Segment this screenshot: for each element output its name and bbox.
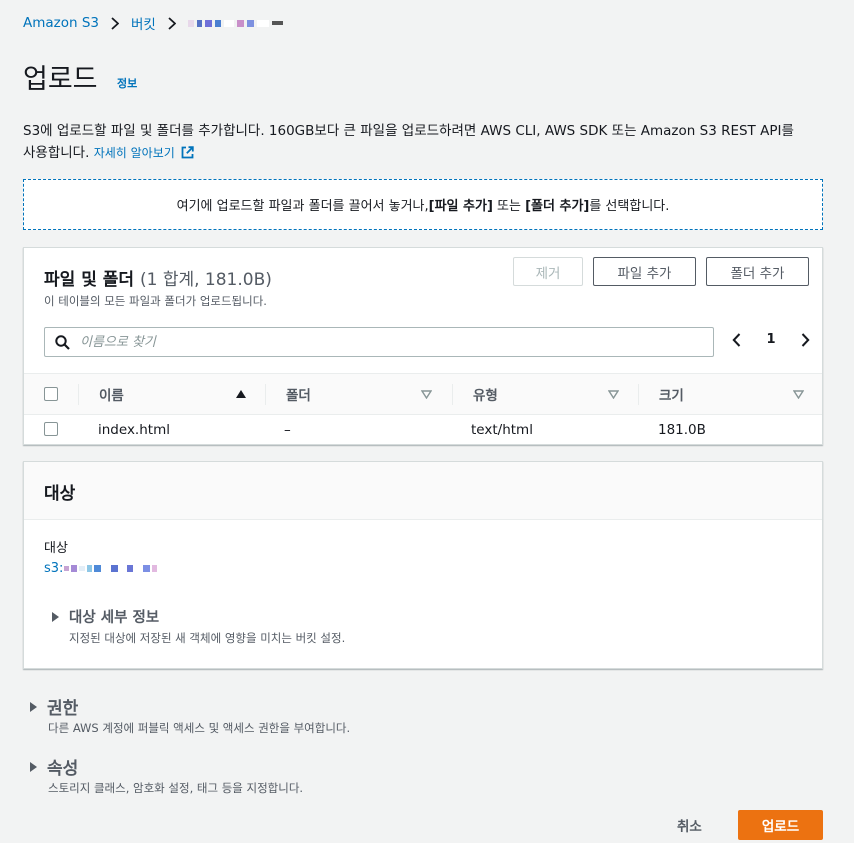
files-panel-subtitle: 이 테이블의 모든 파일과 폴더가 업로드됩니다. bbox=[44, 294, 267, 308]
destination-header: 대상 bbox=[24, 462, 822, 520]
description-text: 사용합니다. bbox=[23, 145, 90, 161]
files-panel-title: 파일 및 폴더 (1 합계, 181.0B) bbox=[44, 265, 272, 290]
files-and-folders-panel: 파일 및 폴더 (1 합계, 181.0B) 이 테이블의 모든 파일과 폴더가… bbox=[23, 247, 823, 445]
add-files-button[interactable]: 파일 추가 bbox=[593, 257, 696, 286]
destination-s3-prefix: s3: bbox=[44, 561, 64, 576]
learn-more-link[interactable]: 자세히 알아보기 bbox=[94, 146, 194, 160]
table-header: 이름 폴더 유형 크기 bbox=[24, 373, 822, 415]
properties-toggle[interactable]: 속성 bbox=[30, 754, 78, 779]
dropzone-text-after: 를 선택합니다. bbox=[589, 199, 670, 214]
redacted-bucket-name bbox=[187, 19, 283, 27]
destination-label: 대상 bbox=[44, 541, 68, 556]
sort-ascending-icon[interactable] bbox=[235, 389, 247, 399]
files-count: (1 합계, 181.0B) bbox=[139, 270, 272, 290]
info-link[interactable]: 정보 bbox=[117, 75, 137, 91]
destination-details-toggle[interactable]: 대상 세부 정보 bbox=[52, 606, 159, 627]
properties-title: 속성 bbox=[47, 759, 79, 779]
add-folder-button[interactable]: 폴더 추가 bbox=[706, 257, 809, 286]
cell-size: 181.0B bbox=[658, 421, 706, 438]
column-header-folder[interactable]: 폴더 bbox=[286, 374, 311, 414]
destination-title: 대상 bbox=[44, 484, 76, 504]
caret-right-icon bbox=[52, 611, 59, 622]
column-header-type[interactable]: 유형 bbox=[473, 374, 498, 414]
chevron-right-icon[interactable] bbox=[801, 332, 810, 347]
learn-more-label: 자세히 알아보기 bbox=[93, 146, 175, 160]
column-header-size[interactable]: 크기 bbox=[659, 374, 684, 414]
dropzone-text-before: 여기에 업로드할 파일과 폴더를 끌어서 놓거나, bbox=[176, 199, 429, 214]
dropzone-text-mid: 또는 bbox=[492, 199, 526, 214]
external-link-icon bbox=[181, 146, 194, 159]
chevron-right-icon bbox=[168, 16, 176, 30]
properties-desc: 스토리지 클래스, 암호화 설정, 태그 등을 지정합니다. bbox=[48, 781, 304, 795]
cancel-button[interactable]: 취소 bbox=[677, 815, 702, 835]
search-icon bbox=[55, 334, 70, 350]
permissions-desc: 다른 AWS 계정에 퍼블릭 액세스 및 액세스 권한을 부여합니다. bbox=[48, 721, 351, 735]
column-divider bbox=[265, 384, 266, 405]
cell-name: index.html bbox=[98, 421, 170, 438]
destination-details-title: 대상 세부 정보 bbox=[69, 610, 160, 626]
caret-right-icon bbox=[30, 761, 37, 772]
description-line-1: S3에 업로드할 파일 및 폴더를 추가합니다. 160GB보다 큰 파일을 업… bbox=[23, 123, 794, 139]
destination-value[interactable]: s3: bbox=[44, 561, 158, 576]
cell-type: text/html bbox=[471, 421, 533, 438]
breadcrumb: Amazon S3 버킷 bbox=[23, 13, 283, 33]
page-description: S3에 업로드할 파일 및 폴더를 추가합니다. 160GB보다 큰 파일을 업… bbox=[23, 120, 833, 164]
column-header-name[interactable]: 이름 bbox=[99, 374, 124, 414]
sort-icon[interactable] bbox=[793, 390, 804, 399]
sort-icon[interactable] bbox=[608, 390, 619, 399]
column-divider bbox=[78, 384, 79, 405]
redacted-destination-path bbox=[64, 565, 158, 572]
sort-icon[interactable] bbox=[421, 390, 432, 399]
select-all-checkbox[interactable] bbox=[44, 387, 58, 401]
description-line-2: 사용합니다. 자세히 알아보기 bbox=[23, 142, 833, 164]
files-title-text: 파일 및 폴더 bbox=[44, 270, 135, 290]
row-checkbox[interactable] bbox=[44, 422, 58, 436]
column-divider bbox=[638, 384, 639, 405]
destination-details-desc: 지정된 대상에 저장된 새 객체에 영향을 미치는 버킷 설정. bbox=[69, 631, 346, 645]
permissions-toggle[interactable]: 권한 bbox=[30, 694, 78, 719]
table-row: index.html – text/html 181.0B bbox=[24, 415, 822, 444]
column-divider bbox=[452, 384, 453, 405]
pagination: 1 bbox=[732, 332, 810, 347]
remove-button[interactable]: 제거 bbox=[513, 257, 583, 286]
dropzone-add-folder: [폴더 추가] bbox=[525, 199, 590, 214]
destination-panel: 대상 대상 s3: 대상 세부 정보 지정된 대상에 저장된 새 객체에 영향을… bbox=[23, 461, 823, 669]
page-number[interactable]: 1 bbox=[766, 332, 775, 347]
breadcrumb-buckets[interactable]: 버킷 bbox=[131, 13, 156, 33]
permissions-title: 권한 bbox=[47, 699, 79, 719]
search-input[interactable] bbox=[80, 334, 680, 350]
cell-folder: – bbox=[284, 421, 291, 438]
upload-dropzone[interactable]: 여기에 업로드할 파일과 폴더를 끌어서 놓거나, [파일 추가] 또는 [폴더… bbox=[23, 179, 823, 230]
upload-button[interactable]: 업로드 bbox=[738, 810, 823, 840]
caret-right-icon bbox=[30, 701, 37, 712]
dropzone-add-files: [파일 추가] bbox=[428, 199, 493, 214]
breadcrumb-amazon-s3[interactable]: Amazon S3 bbox=[23, 15, 99, 31]
chevron-left-icon[interactable] bbox=[732, 332, 741, 347]
chevron-right-icon bbox=[111, 16, 120, 30]
search-box bbox=[44, 327, 714, 357]
page-title: 업로드 bbox=[23, 64, 98, 95]
